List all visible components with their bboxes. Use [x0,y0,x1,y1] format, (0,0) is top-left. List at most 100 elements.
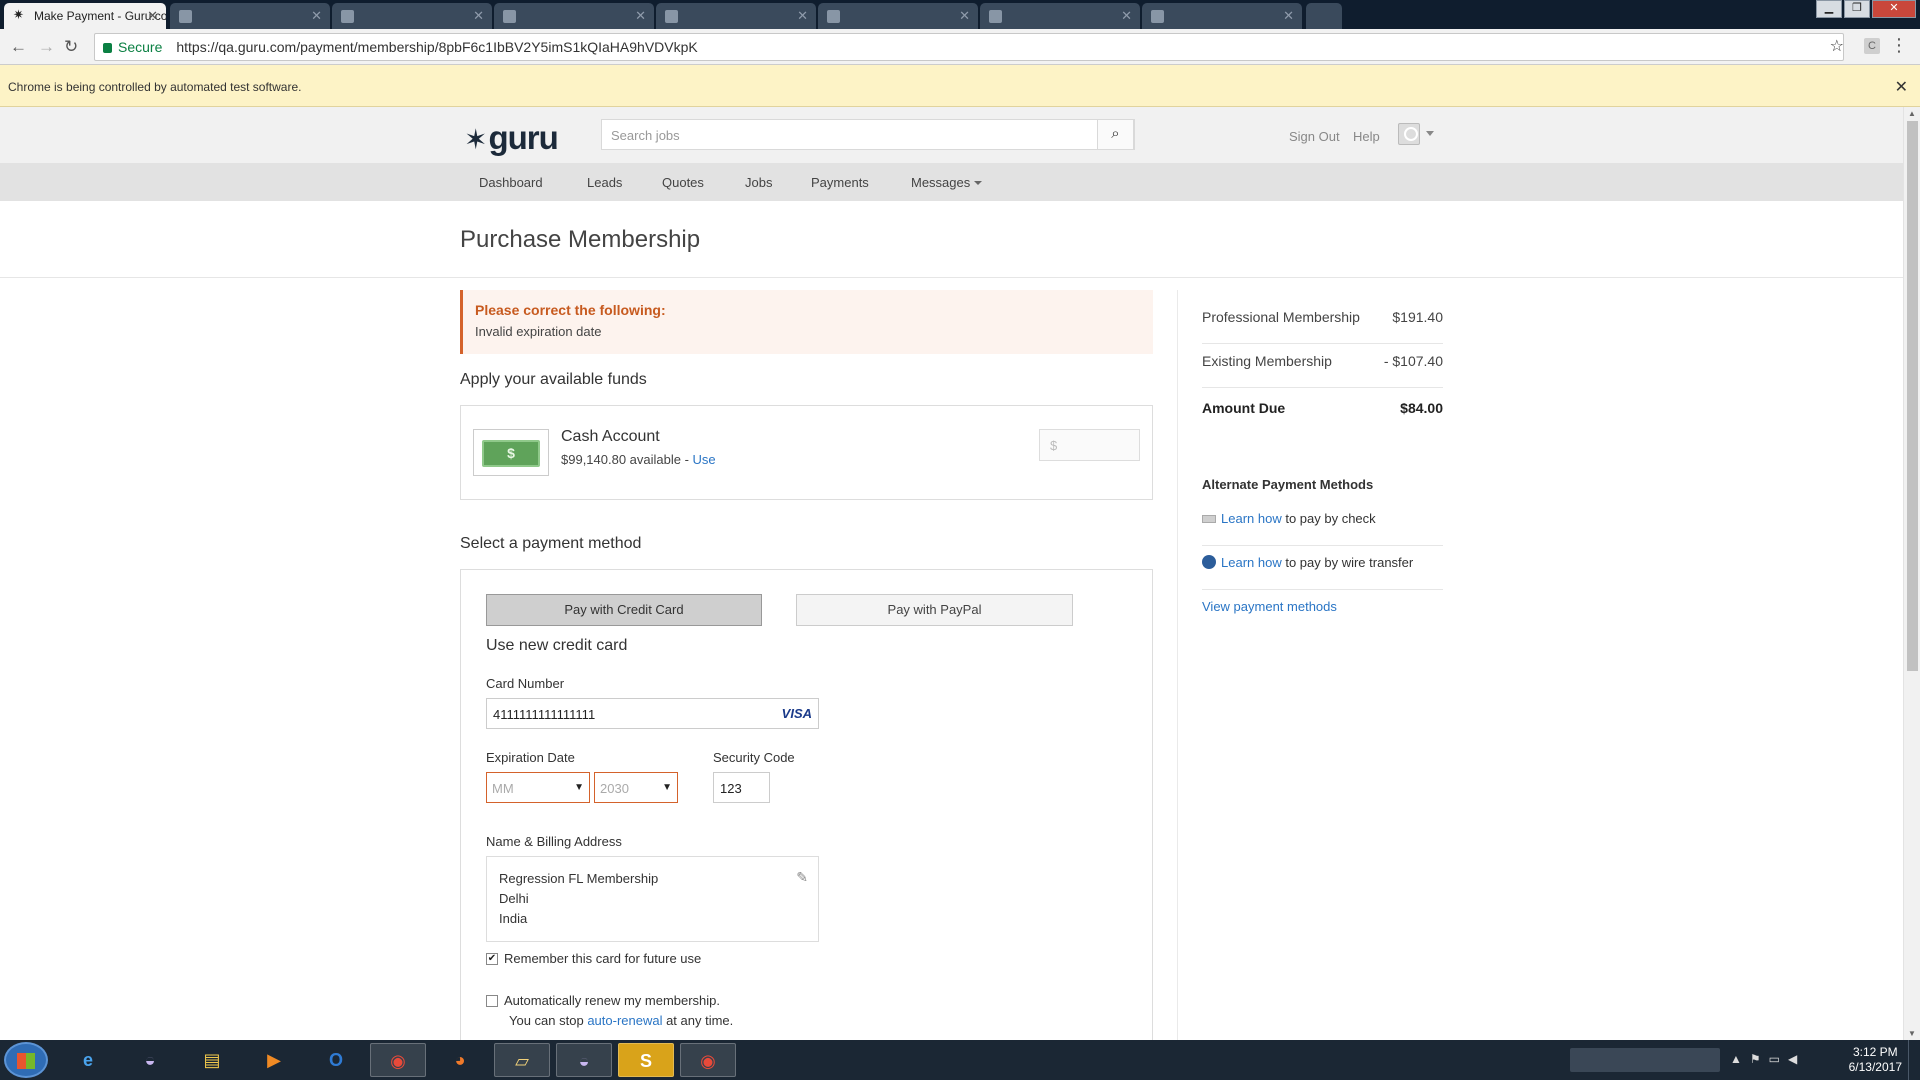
browser-menu-icon[interactable]: ⋮ [1890,35,1908,56]
close-tab-icon[interactable]: ✕ [797,8,808,24]
bookmark-star-icon[interactable]: ☆ [1830,36,1844,56]
cash-available-text: $99,140.80 available - [561,452,693,467]
scrollbar-thumb[interactable] [1907,121,1918,671]
browser-tab[interactable]: ✕ [980,3,1140,29]
scroll-down-icon[interactable]: ▼ [1908,1029,1916,1038]
remember-card-checkbox[interactable]: ✔ [486,953,498,965]
extension-icon[interactable]: C [1864,38,1880,54]
pay-paypal-button[interactable]: Pay with PayPal [796,594,1073,626]
file-explorer-icon[interactable]: ▤ [184,1043,240,1077]
close-tab-icon[interactable]: ✕ [1283,8,1294,24]
browser-tab[interactable]: ✕ [332,3,492,29]
visa-logo-icon: VISA [781,706,812,721]
nav-leads[interactable]: Leads [587,175,622,190]
internet-explorer-icon[interactable]: e [60,1043,116,1077]
summary-label: Existing Membership [1202,353,1332,369]
page-content: ✶guru Search jobs ⌕ Sign Out Help Dashbo… [0,107,1903,1040]
exp-month-select[interactable]: MM ▼ [486,772,590,803]
billing-city: Delhi [499,891,529,906]
close-tab-icon[interactable]: ✕ [635,8,646,24]
nav-quotes[interactable]: Quotes [662,175,704,190]
chrome-taskbar-icon[interactable]: ◉ [370,1043,426,1077]
page-scrollbar[interactable]: ▲ ▼ [1903,107,1920,1040]
use-funds-link[interactable]: Use [693,452,716,467]
outlook-icon[interactable]: O [308,1043,364,1077]
remember-card-label: Remember this card for future use [504,951,702,966]
chevron-down-icon[interactable] [1426,131,1434,136]
skype-icon[interactable]: S [618,1043,674,1077]
browser-tab[interactable]: ✕ [656,3,816,29]
page-title-bar: Purchase Membership [0,201,1903,278]
close-infobar-icon[interactable]: ✕ [1895,77,1908,97]
funds-amount-input[interactable]: $ [1039,429,1140,461]
new-tab-button[interactable] [1306,3,1342,29]
automation-notice: Chrome is being controlled by automated … [8,80,302,94]
nav-payments[interactable]: Payments [811,175,869,190]
firefox-icon[interactable]: ◕ [432,1043,488,1077]
tray-icons[interactable]: ▲⚑▭◀ [1730,1052,1805,1066]
amount-due-value: $84.00 [1400,400,1443,416]
eclipse-icon[interactable]: ◒ [122,1043,178,1077]
sign-out-link[interactable]: Sign Out [1289,129,1340,144]
scroll-up-icon[interactable]: ▲ [1908,109,1916,118]
summary-value: - $107.40 [1383,353,1443,369]
cash-icon: $ [473,429,549,476]
close-tab-icon[interactable]: ✕ [147,8,158,24]
wire-learn-how-link[interactable]: Learn how [1221,555,1282,570]
system-clock[interactable]: 3:12 PM 6/13/2017 [1849,1045,1902,1075]
auto-renew-label: Automatically renew my membership. [504,993,721,1008]
check-learn-how-link[interactable]: Learn how [1221,511,1282,526]
close-tab-icon[interactable]: ✕ [1121,8,1132,24]
help-link[interactable]: Help [1353,129,1380,144]
edit-pencil-icon[interactable]: ✎ [796,869,808,886]
sticky-notes-icon[interactable]: ▱ [494,1043,550,1077]
main-nav: Dashboard Leads Quotes Jobs Payments Mes… [0,163,1903,201]
security-code-label: Security Code [713,750,795,765]
close-tab-icon[interactable]: ✕ [473,8,484,24]
browser-tab[interactable]: ✕ [170,3,330,29]
browser-tab[interactable]: ✕ [818,3,978,29]
forward-arrow-icon[interactable]: → [38,37,55,57]
eclipse-running-icon[interactable]: ◒ [556,1043,612,1077]
site-header: ✶guru Search jobs ⌕ Sign Out Help [0,107,1903,163]
auto-renewal-link[interactable]: auto-renewal [587,1013,662,1028]
show-desktop-button[interactable] [1908,1040,1920,1080]
close-tab-icon[interactable]: ✕ [311,8,322,24]
browser-tab[interactable]: ✕ [1142,3,1302,29]
close-tab-icon[interactable]: ✕ [959,8,970,24]
back-arrow-icon[interactable]: ← [10,37,27,57]
exp-year-select[interactable]: 2030 ▼ [594,772,678,803]
column-divider [1177,290,1178,1040]
nav-messages-label: Messages [911,175,971,190]
cash-available: $99,140.80 available - Use [561,452,716,467]
auto-renew-note: You can stop auto-renewal at any time. [509,1013,733,1028]
view-payment-methods-link[interactable]: View payment methods [1202,599,1337,614]
media-player-icon[interactable]: ▶ [246,1043,302,1077]
reload-icon[interactable]: ↻ [64,37,78,57]
close-window-button[interactable]: ✕ [1872,0,1916,18]
chrome-active-icon[interactable]: ◉ [680,1043,736,1077]
avatar[interactable] [1398,123,1420,145]
browser-tab[interactable]: ✕ [494,3,654,29]
search-input[interactable]: Search jobs ⌕ [601,119,1135,150]
nav-dashboard[interactable]: Dashboard [479,175,543,190]
guru-favicon-icon: ✷ [13,7,24,22]
cash-account-panel: $ Cash Account $99,140.80 available - Us… [460,405,1153,500]
restore-window-button[interactable]: ❐ [1844,0,1870,18]
guru-logo[interactable]: ✶guru [464,119,559,157]
minimize-window-button[interactable]: ▁ [1816,0,1842,18]
url-bar[interactable]: Secure https://qa.guru.com/payment/member… [94,33,1844,61]
nav-messages[interactable]: Messages [911,175,983,190]
auto-renew-checkbox[interactable] [486,995,498,1007]
nav-jobs[interactable]: Jobs [745,175,772,190]
pay-credit-card-button[interactable]: Pay with Credit Card [486,594,762,626]
search-button[interactable]: ⌕ [1097,119,1134,150]
card-number-label: Card Number [486,676,565,691]
start-button[interactable] [4,1042,48,1078]
windows-taskbar: e ◒ ▤ ▶ O ◉ ◕ ▱ ◒ S ◉ ▲⚑▭◀ 3:12 PM 6/13/… [0,1040,1920,1080]
card-number-field[interactable]: 4111111111111111 VISA [486,698,819,729]
tab-make-payment[interactable]: ✷ Make Payment - Guru.co ✕ [4,3,166,29]
summary-row: Professional Membership $191.40 [1202,300,1443,344]
security-code-field[interactable]: 123 [713,772,770,803]
amount-due-row: Amount Due $84.00 [1202,388,1443,432]
